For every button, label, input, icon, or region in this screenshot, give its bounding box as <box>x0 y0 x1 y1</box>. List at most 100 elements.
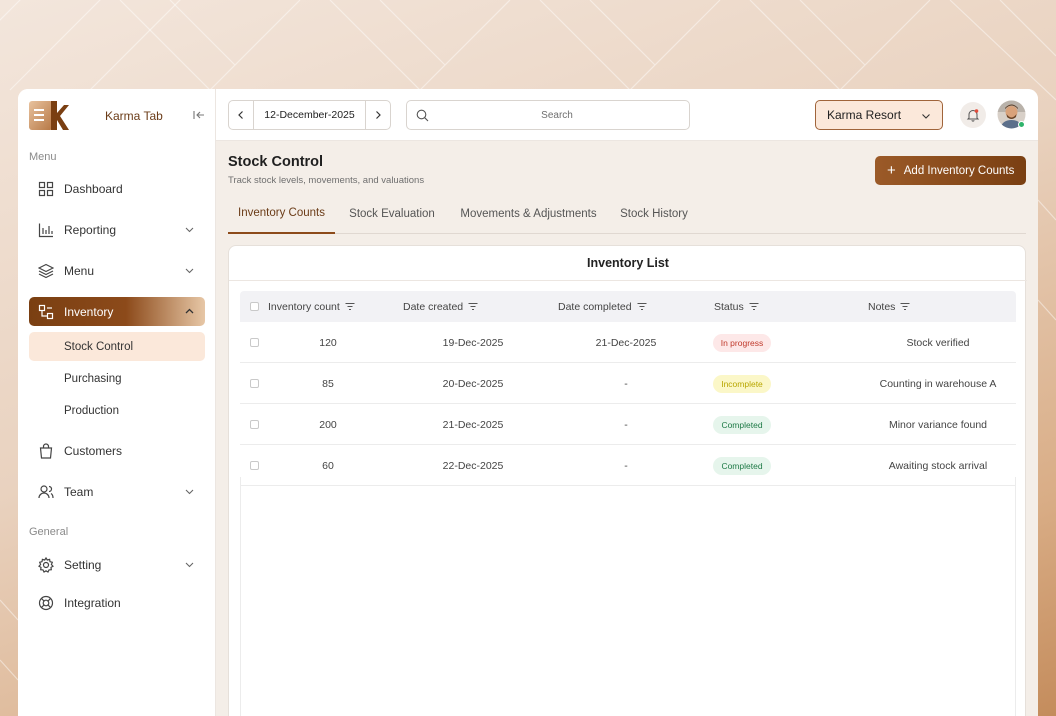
cell-inventory-count: 200 <box>319 418 337 431</box>
add-inventory-counts-button[interactable]: + Add Inventory Counts <box>875 156 1026 185</box>
search-input[interactable] <box>437 103 677 127</box>
cell-notes: Stock verified <box>906 336 970 349</box>
team-icon <box>38 484 54 498</box>
tab-bar: Inventory Counts Stock Evaluation Moveme… <box>228 193 1026 234</box>
general-section-label: General <box>29 526 69 538</box>
status-badge: Incomplete <box>713 374 771 393</box>
sidebar-subitem-purchasing[interactable]: Purchasing <box>29 364 205 393</box>
column-header-label: Date created <box>403 300 464 313</box>
plus-icon: + <box>887 162 896 179</box>
cell-notes: Counting in warehouse A <box>879 377 997 390</box>
sidebar-item-setting[interactable]: Setting <box>29 550 205 579</box>
next-date-button[interactable] <box>365 101 390 129</box>
chevron-up-icon <box>185 308 194 314</box>
filter-icon[interactable] <box>345 302 355 311</box>
column-header-label: Date completed <box>558 300 632 313</box>
sidebar-item-dashboard[interactable]: Dashboard <box>29 174 205 203</box>
column-header-label: Notes <box>868 300 896 313</box>
resort-selector[interactable]: Karma Resort <box>815 100 943 130</box>
layers-icon <box>38 263 54 278</box>
row-checkbox[interactable] <box>250 420 259 429</box>
chevron-down-icon <box>185 268 194 274</box>
sidebar-item-reporting[interactable]: Reporting <box>29 215 205 244</box>
sidebar-item-team[interactable]: Team <box>29 477 205 506</box>
chevron-right-icon <box>376 111 381 119</box>
inventory-list-title: Inventory List <box>229 246 1027 281</box>
cell-inventory-count: 85 <box>322 377 334 390</box>
select-all-checkbox[interactable] <box>250 302 259 311</box>
table-right-border <box>1015 477 1016 716</box>
add-inventory-counts-label: Add Inventory Counts <box>903 164 1015 177</box>
sidebar-item-inventory[interactable]: Inventory <box>29 297 205 326</box>
sidebar-subitem-stock-control[interactable]: Stock Control <box>29 332 205 361</box>
tab-stock-evaluation[interactable]: Stock Evaluation <box>343 193 441 234</box>
filter-icon[interactable] <box>468 302 478 311</box>
table-row[interactable]: 85 20-Dec-2025 - Incomplete Counting in … <box>240 363 1016 404</box>
brand-logo <box>29 101 69 130</box>
column-header-status[interactable]: Status <box>714 291 759 322</box>
tab-stock-history[interactable]: Stock History <box>616 193 692 234</box>
table-row[interactable]: 120 19-Dec-2025 21-Dec-2025 In progress … <box>240 322 1016 363</box>
sidebar-item-menu[interactable]: Menu <box>29 256 205 285</box>
cell-date-completed: - <box>624 377 628 390</box>
row-checkbox[interactable] <box>250 461 259 470</box>
main-content: 12-December-2025 Karma Resort <box>216 89 1038 716</box>
cell-date-created: 19-Dec-2025 <box>442 336 504 349</box>
sidebar-item-label: Team <box>64 484 94 499</box>
menu-section-label: Menu <box>29 151 57 163</box>
notifications-button[interactable] <box>960 102 986 128</box>
chevron-down-icon <box>185 489 194 495</box>
cell-inventory-count: 120 <box>319 336 337 349</box>
cell-status: Completed <box>712 404 772 445</box>
chevron-left-icon <box>238 111 243 119</box>
filter-icon[interactable] <box>749 302 759 311</box>
column-header-inventory-count[interactable]: Inventory count <box>268 291 355 322</box>
avatar[interactable] <box>997 100 1026 129</box>
column-header-label: Inventory count <box>268 300 340 313</box>
cell-inventory-count: 60 <box>322 459 334 472</box>
dashboard-icon <box>38 181 54 196</box>
table-row[interactable]: 60 22-Dec-2025 - Completed Awaiting stoc… <box>240 445 1016 486</box>
tab-inventory-counts[interactable]: Inventory Counts <box>228 193 335 234</box>
cell-date-created: 22-Dec-2025 <box>442 459 504 472</box>
cell-date-created: 20-Dec-2025 <box>442 377 504 390</box>
sidebar-item-label: Reporting <box>64 222 117 237</box>
cell-status: In progress <box>712 322 772 363</box>
column-header-label: Status <box>714 300 744 313</box>
sidebar-item-label: Customers <box>64 443 123 458</box>
logo-row: Karma Tab <box>29 99 209 133</box>
column-header-date-completed[interactable]: Date completed <box>558 291 647 322</box>
date-navigator: 12-December-2025 <box>228 100 391 130</box>
table-left-border <box>240 477 241 716</box>
status-badge: In progress <box>712 333 772 352</box>
table-row[interactable]: 200 21-Dec-2025 - Completed Minor varian… <box>240 404 1016 445</box>
sidebar-subitem-production[interactable]: Production <box>29 396 205 425</box>
collapse-sidebar-icon[interactable] <box>192 108 206 122</box>
prev-date-button[interactable] <box>229 101 254 129</box>
column-header-notes[interactable]: Notes <box>868 291 910 322</box>
sidebar-item-label: Setting <box>64 557 102 572</box>
sidebar: Karma Tab Menu Dashboard Reporting Menu <box>18 89 216 716</box>
filter-icon[interactable] <box>900 302 910 311</box>
row-checkbox[interactable] <box>250 338 259 347</box>
sidebar-item-integration[interactable]: Integration <box>29 588 205 617</box>
current-date[interactable]: 12-December-2025 <box>254 109 365 121</box>
cell-date-created: 21-Dec-2025 <box>442 418 504 431</box>
filter-icon[interactable] <box>637 302 647 311</box>
sidebar-item-customers[interactable]: Customers <box>29 436 205 465</box>
top-bar: 12-December-2025 Karma Resort <box>216 89 1038 141</box>
cell-status: Incomplete <box>712 363 772 404</box>
cell-notes: Minor variance found <box>888 418 988 431</box>
sidebar-item-label: Menu <box>64 263 95 278</box>
column-header-date-created[interactable]: Date created <box>403 291 478 322</box>
table-header: Inventory count Date created Date comple… <box>240 291 1016 322</box>
page-title: Stock Control <box>228 154 324 170</box>
shopping-bag-icon <box>39 442 53 459</box>
bar-chart-icon <box>38 223 53 237</box>
chevron-down-icon <box>185 227 194 233</box>
app-window: Karma Tab Menu Dashboard Reporting Menu <box>18 89 1038 716</box>
sidebar-item-label: Dashboard <box>64 181 123 196</box>
search-icon <box>416 109 429 122</box>
tab-movements-adjustments[interactable]: Movements & Adjustments <box>455 193 602 234</box>
row-checkbox[interactable] <box>250 379 259 388</box>
